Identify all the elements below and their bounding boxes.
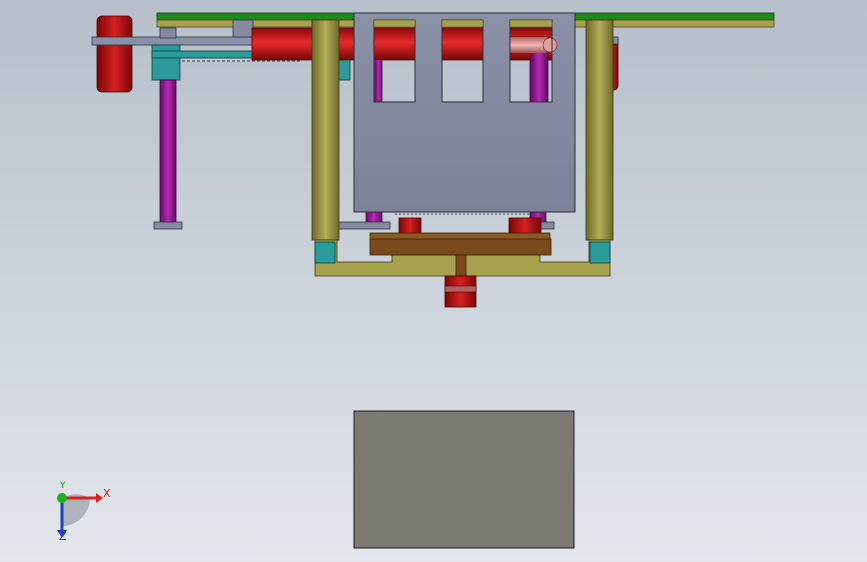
left-grey-block <box>232 19 254 38</box>
x-axis-label: X <box>103 487 111 500</box>
slot-olive-3 <box>509 19 553 28</box>
y-axis-label: Y <box>60 481 66 491</box>
slot-olive-2 <box>441 19 484 28</box>
slot-red-1 <box>375 28 414 60</box>
slot-olive-1 <box>373 19 416 28</box>
left-purple-rod <box>159 79 177 223</box>
slot-end-cap <box>542 37 558 53</box>
left-rod-foot <box>153 221 183 230</box>
bottom-actuator-band <box>444 285 477 293</box>
slot-pink-3 <box>511 37 546 53</box>
left-motor <box>96 15 133 93</box>
y-axis-dot <box>57 493 67 503</box>
left-teal-foot <box>314 241 336 264</box>
right-teal-foot <box>589 241 611 264</box>
x-axis-head <box>96 493 103 503</box>
base-box <box>353 410 575 549</box>
right-olive-column <box>585 19 614 241</box>
slot-purple-3 <box>531 53 547 102</box>
left-olive-column <box>311 19 340 241</box>
slot-purple-1 <box>375 60 382 102</box>
left-teal-block <box>151 44 181 81</box>
assembly-model[interactable] <box>0 0 867 562</box>
cad-viewport[interactable]: X Y Z <box>0 0 867 562</box>
slot-red-2 <box>443 28 482 60</box>
z-axis-label: Z <box>59 530 67 543</box>
left-small-grey <box>159 27 177 39</box>
orientation-triad[interactable]: X Y Z <box>40 480 120 550</box>
lower-bar-left <box>337 221 391 230</box>
brown-beam <box>369 238 552 256</box>
